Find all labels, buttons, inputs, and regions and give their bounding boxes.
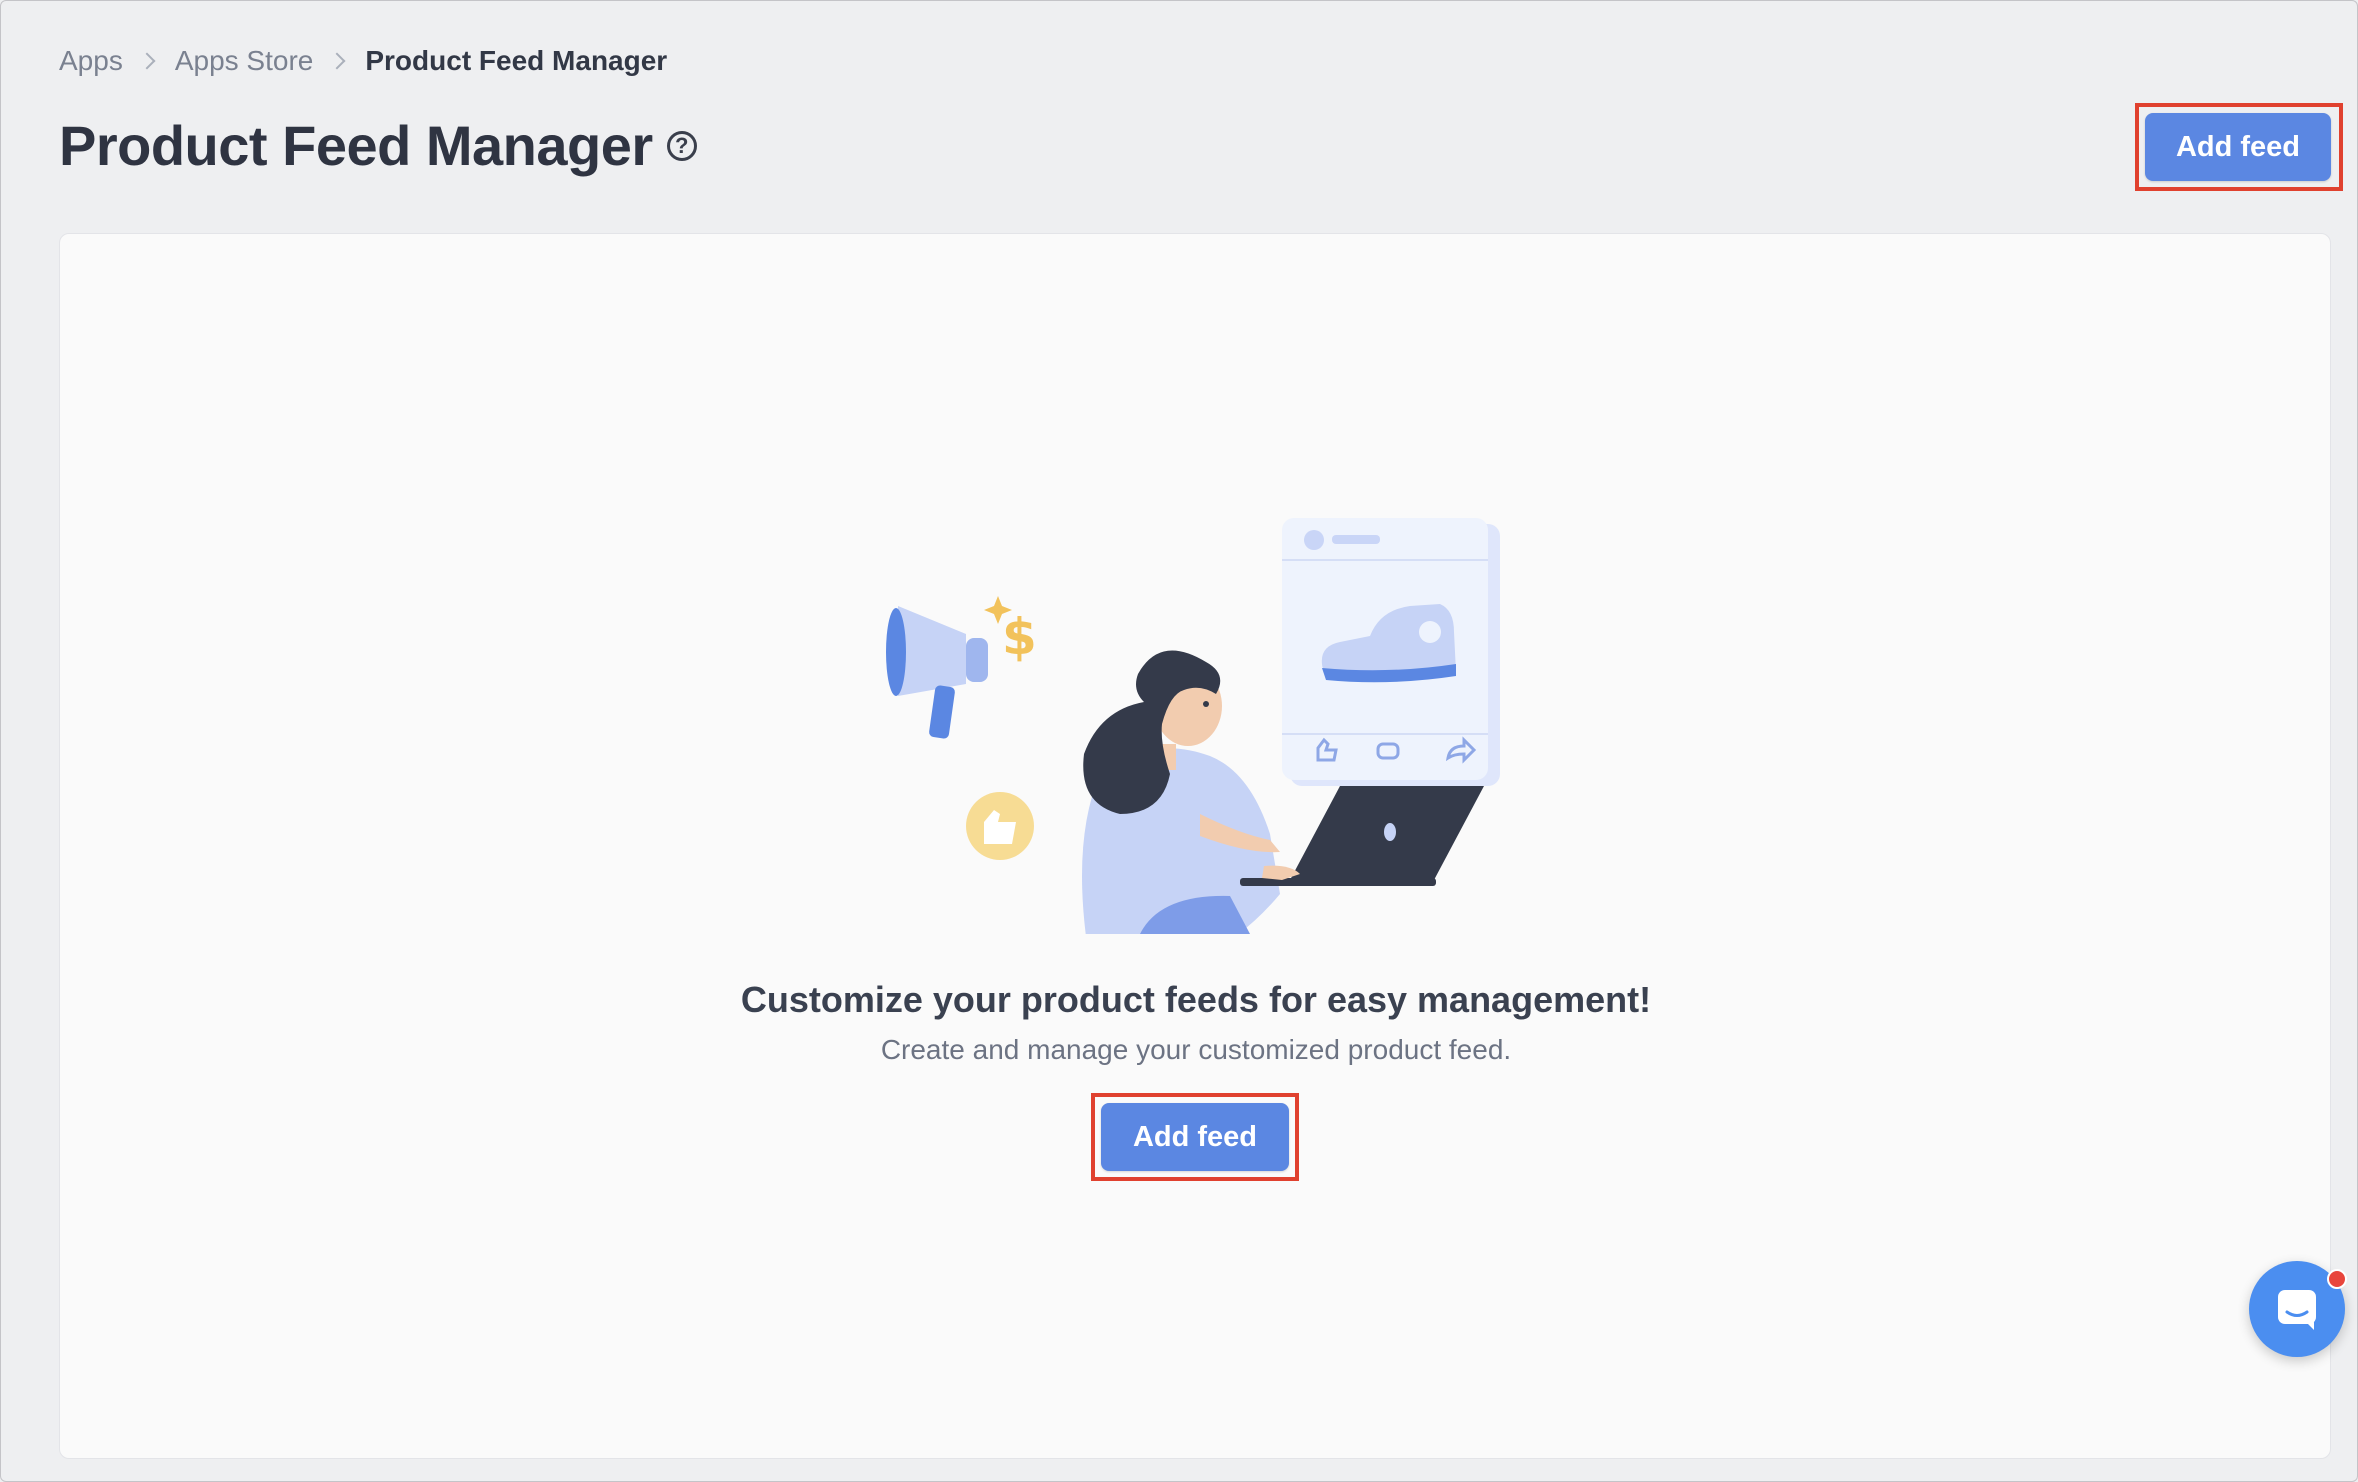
megaphone-icon bbox=[886, 606, 988, 739]
app-window: Apps Apps Store Product Feed Manager Pro… bbox=[0, 0, 2358, 1482]
marketing-woman-laptop-illustration: $ bbox=[886, 518, 1500, 934]
empty-state-title: Customize your product feeds for easy ma… bbox=[740, 979, 1652, 1020]
chat-bubble-icon bbox=[2278, 1290, 2316, 1330]
avatar-dot bbox=[1304, 530, 1324, 550]
breadcrumb: Apps Apps Store Product Feed Manager bbox=[59, 41, 667, 81]
add-feed-button-empty-state[interactable]: Add feed bbox=[1101, 1103, 1289, 1171]
add-feed-button-header[interactable]: Add feed bbox=[2145, 113, 2331, 181]
breadcrumb-link-apps-store[interactable]: Apps Store bbox=[175, 45, 314, 77]
page-header: Product Feed Manager ? bbox=[59, 113, 697, 178]
chevron-right-icon bbox=[328, 52, 346, 70]
empty-state-card: $ Customize your product feeds for easy … bbox=[59, 233, 2331, 1459]
dollar-icon: $ bbox=[1002, 608, 1037, 666]
breadcrumb-current: Product Feed Manager bbox=[365, 45, 668, 76]
page-title: Product Feed Manager bbox=[59, 114, 653, 177]
laptop-icon bbox=[1240, 786, 1484, 886]
notification-badge bbox=[2327, 1269, 2347, 1289]
empty-state-subtitle: Create and manage your customized produc… bbox=[880, 1034, 1512, 1065]
thumbs-up-icon bbox=[966, 792, 1034, 860]
question-circle-icon[interactable]: ? bbox=[666, 130, 697, 161]
breadcrumb-link-apps[interactable]: Apps bbox=[59, 45, 123, 77]
woman-figure bbox=[1082, 650, 1280, 934]
chevron-right-icon bbox=[138, 52, 156, 70]
name-line bbox=[1332, 535, 1380, 544]
